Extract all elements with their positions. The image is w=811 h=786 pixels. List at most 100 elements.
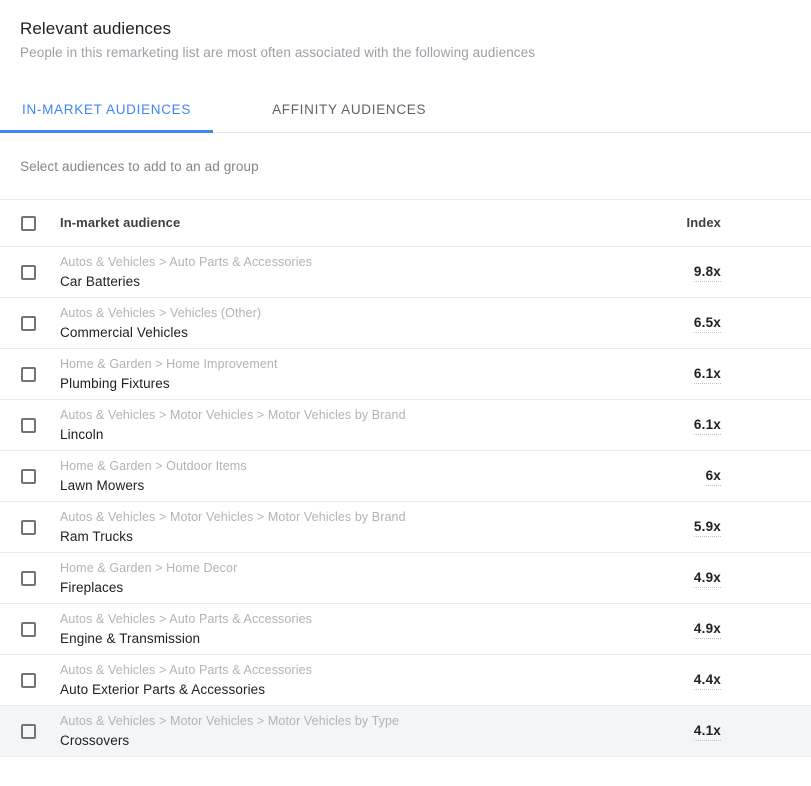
row-checkbox[interactable] — [21, 366, 36, 382]
table-row[interactable]: Home & Garden > Home Decor Fireplaces 4.9x — [0, 553, 811, 604]
index-value[interactable]: 9.8x — [693, 264, 721, 282]
index-value[interactable]: 5.9x — [693, 519, 721, 537]
audience-cell: Autos & Vehicles > Motor Vehicles > Moto… — [60, 407, 631, 444]
table-row[interactable]: Autos & Vehicles > Motor Vehicles > Moto… — [0, 706, 811, 757]
audience-cell: Autos & Vehicles > Auto Parts & Accessor… — [60, 662, 631, 699]
index-value[interactable]: 4.4x — [693, 672, 721, 690]
audience-breadcrumb: Autos & Vehicles > Motor Vehicles > Moto… — [60, 509, 406, 524]
column-header-index: Index — [686, 215, 721, 230]
tab-affinity-audiences[interactable]: AFFINITY AUDIENCES — [248, 87, 450, 132]
audience-name: Auto Exterior Parts & Accessories — [60, 681, 266, 697]
row-checkbox-cell — [0, 264, 60, 280]
row-checkbox[interactable] — [21, 519, 36, 535]
audience-table: In-market audience Index Autos & Vehicle… — [0, 200, 811, 757]
table-row[interactable]: Home & Garden > Outdoor Items Lawn Mowers… — [0, 451, 811, 502]
audience-breadcrumb: Home & Garden > Outdoor Items — [60, 458, 247, 473]
relevant-audiences-panel: Relevant audiences People in this remark… — [0, 0, 811, 786]
audience-breadcrumb: Autos & Vehicles > Vehicles (Other) — [60, 305, 262, 320]
row-checkbox-cell — [0, 672, 60, 688]
audience-breadcrumb: Autos & Vehicles > Auto Parts & Accessor… — [60, 611, 312, 626]
table-body: Autos & Vehicles > Auto Parts & Accessor… — [0, 247, 811, 757]
index-cell: 6.1x — [631, 365, 791, 384]
index-value[interactable]: 4.1x — [693, 723, 721, 741]
audience-breadcrumb: Autos & Vehicles > Motor Vehicles > Moto… — [60, 407, 406, 422]
column-header-audience: In-market audience — [60, 215, 181, 230]
audience-name: Plumbing Fixtures — [60, 375, 170, 391]
audience-cell: Home & Garden > Home Improvement Plumbing… — [60, 356, 631, 393]
tab-label: IN-MARKET AUDIENCES — [22, 102, 192, 117]
row-checkbox[interactable] — [21, 468, 36, 484]
audience-name: Fireplaces — [60, 579, 124, 595]
audience-breadcrumb: Autos & Vehicles > Motor Vehicles > Moto… — [60, 713, 400, 728]
index-cell: 6x — [631, 467, 791, 486]
audience-cell: Autos & Vehicles > Motor Vehicles > Moto… — [60, 509, 631, 546]
index-cell: 4.9x — [631, 620, 791, 639]
row-checkbox-cell — [0, 570, 60, 586]
row-checkbox[interactable] — [21, 315, 36, 331]
index-value[interactable]: 6.1x — [693, 417, 721, 435]
tab-in-market-audiences[interactable]: IN-MARKET AUDIENCES — [0, 87, 214, 133]
table-row[interactable]: Autos & Vehicles > Vehicles (Other) Comme… — [0, 298, 811, 349]
audience-breadcrumb: Autos & Vehicles > Auto Parts & Accessor… — [60, 662, 312, 677]
select-all-checkbox[interactable] — [21, 215, 36, 231]
column-header-audience-cell: In-market audience — [60, 214, 631, 232]
audience-breadcrumb: Autos & Vehicles > Auto Parts & Accessor… — [60, 254, 312, 269]
audience-breadcrumb: Home & Garden > Home Improvement — [60, 356, 278, 371]
audience-name: Crossovers — [60, 732, 130, 748]
audience-cell: Autos & Vehicles > Motor Vehicles > Moto… — [60, 713, 631, 750]
instruction-row: Select audiences to add to an ad group — [0, 133, 811, 200]
index-value[interactable]: 6x — [705, 468, 721, 486]
audience-breadcrumb: Home & Garden > Home Decor — [60, 560, 238, 575]
row-checkbox[interactable] — [21, 417, 36, 433]
audience-cell: Autos & Vehicles > Auto Parts & Accessor… — [60, 254, 631, 291]
index-cell: 6.1x — [631, 416, 791, 435]
row-checkbox[interactable] — [21, 264, 36, 280]
page-subtitle: People in this remarketing list are most… — [20, 45, 536, 60]
row-checkbox[interactable] — [21, 621, 36, 637]
row-checkbox[interactable] — [21, 570, 36, 586]
table-row[interactable]: Autos & Vehicles > Motor Vehicles > Moto… — [0, 400, 811, 451]
audience-name: Lincoln — [60, 426, 104, 442]
audience-cell: Autos & Vehicles > Vehicles (Other) Comme… — [60, 305, 631, 342]
audience-cell: Home & Garden > Outdoor Items Lawn Mowers — [60, 458, 631, 495]
audience-name: Commercial Vehicles — [60, 324, 188, 340]
panel-header: Relevant audiences People in this remark… — [0, 0, 811, 63]
tab-label: AFFINITY AUDIENCES — [272, 102, 427, 117]
table-header-row: In-market audience Index — [0, 200, 811, 247]
table-row[interactable]: Home & Garden > Home Improvement Plumbing… — [0, 349, 811, 400]
row-checkbox-cell — [0, 315, 60, 331]
audience-name: Engine & Transmission — [60, 630, 201, 646]
row-checkbox-cell — [0, 519, 60, 535]
table-row[interactable]: Autos & Vehicles > Auto Parts & Accessor… — [0, 604, 811, 655]
index-value[interactable]: 4.9x — [693, 570, 721, 588]
table-row[interactable]: Autos & Vehicles > Auto Parts & Accessor… — [0, 655, 811, 706]
row-checkbox[interactable] — [21, 672, 36, 688]
row-checkbox-cell — [0, 621, 60, 637]
row-checkbox-cell — [0, 417, 60, 433]
index-cell: 4.9x — [631, 569, 791, 588]
audience-name: Car Batteries — [60, 273, 141, 289]
index-cell: 9.8x — [631, 263, 791, 282]
row-checkbox[interactable] — [21, 723, 36, 739]
instruction-text: Select audiences to add to an ad group — [20, 158, 259, 174]
page-title: Relevant audiences — [20, 19, 172, 38]
row-checkbox-cell — [0, 468, 60, 484]
table-row[interactable]: Autos & Vehicles > Motor Vehicles > Moto… — [0, 502, 811, 553]
audience-name: Lawn Mowers — [60, 477, 145, 493]
audience-cell: Home & Garden > Home Decor Fireplaces — [60, 560, 631, 597]
index-value[interactable]: 6.1x — [693, 366, 721, 384]
audience-name: Ram Trucks — [60, 528, 134, 544]
audience-cell: Autos & Vehicles > Auto Parts & Accessor… — [60, 611, 631, 648]
index-cell: 4.1x — [631, 722, 791, 741]
row-checkbox-cell — [0, 723, 60, 739]
table-row[interactable]: Autos & Vehicles > Auto Parts & Accessor… — [0, 247, 811, 298]
index-cell: 4.4x — [631, 671, 791, 690]
index-cell: 6.5x — [631, 314, 791, 333]
index-value[interactable]: 4.9x — [693, 621, 721, 639]
row-checkbox-cell — [0, 366, 60, 382]
index-value[interactable]: 6.5x — [693, 315, 721, 333]
tab-bar: IN-MARKET AUDIENCES AFFINITY AUDIENCES — [0, 87, 811, 133]
column-header-index-cell: Index — [631, 214, 791, 232]
select-all-cell — [0, 215, 60, 231]
index-cell: 5.9x — [631, 518, 791, 537]
